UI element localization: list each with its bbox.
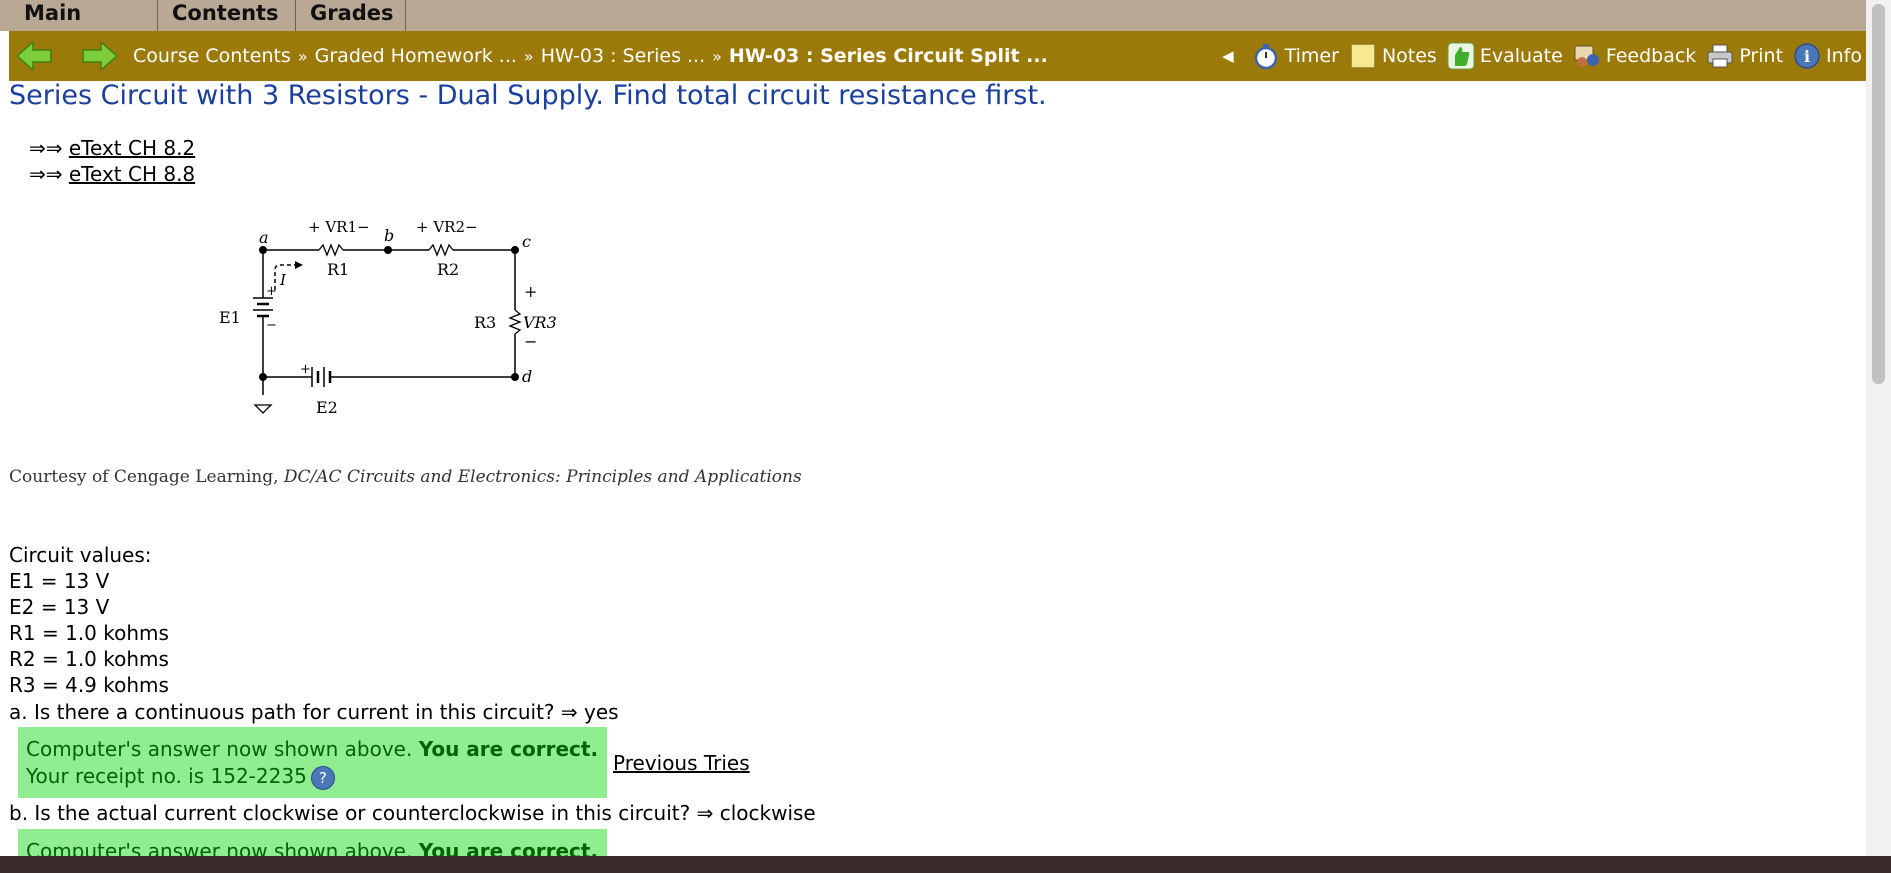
nav-bar: Course Contents » Graded Homework ... » HW-0… bbox=[9, 31, 1866, 81]
etext-link-8-8[interactable]: eText CH 8.8 bbox=[69, 162, 195, 186]
question-a-text: a. Is there a continuous path for curren… bbox=[9, 700, 555, 724]
double-arrow-icon: ⇒⇒ bbox=[29, 162, 63, 186]
vertical-scrollbar[interactable] bbox=[1866, 0, 1891, 873]
correct-label: You are correct. bbox=[418, 737, 599, 761]
question-a-answer: yes bbox=[584, 700, 619, 724]
forward-arrow-icon[interactable] bbox=[81, 40, 119, 74]
node-a-label: a bbox=[259, 228, 269, 247]
breadcrumb-graded-homework[interactable]: Graded Homework ... bbox=[315, 45, 517, 67]
feedback-icon bbox=[1574, 45, 1599, 67]
etext-links: ⇒⇒ eText CH 8.2 ⇒⇒ eText CH 8.8 bbox=[29, 135, 195, 187]
e2-plus-label: + bbox=[300, 362, 311, 377]
circuit-values: Circuit values: E1 = 13 V E2 = 13 V R1 =… bbox=[9, 542, 169, 698]
print-button[interactable]: Print bbox=[1706, 42, 1783, 70]
vr3-minus-label: − bbox=[524, 332, 537, 351]
arrow-icon: ⇒ bbox=[560, 700, 578, 724]
r2-label: R2 bbox=[437, 260, 459, 279]
double-arrow-icon: ⇒⇒ bbox=[29, 136, 63, 160]
r1-label: R1 bbox=[327, 260, 349, 279]
collapse-icon[interactable]: ◀ bbox=[1222, 47, 1234, 65]
e2-label: E2 bbox=[316, 398, 338, 417]
question-b: b. Is the actual current clockwise or co… bbox=[9, 801, 816, 825]
feedback-label: Feedback bbox=[1605, 45, 1697, 67]
circuit-diagram: a b c d + VR1− + VR2− R1 R2 R3 VR3 + − E… bbox=[219, 218, 557, 417]
value-e2: E2 = 13 V bbox=[9, 595, 110, 619]
svg-text:i: i bbox=[1804, 47, 1810, 66]
vr2-label: + VR2− bbox=[416, 218, 478, 236]
current-i-label: I bbox=[279, 271, 287, 289]
breadcrumb-separator: » bbox=[712, 47, 722, 66]
breadcrumb-course-contents[interactable]: Course Contents bbox=[133, 45, 291, 67]
feedback-button[interactable]: Feedback bbox=[1573, 42, 1696, 70]
page-title: Series Circuit with 3 Resistors - Dual S… bbox=[9, 80, 1047, 111]
stopwatch-icon bbox=[1254, 44, 1277, 70]
vr1-label: + VR1− bbox=[308, 218, 370, 236]
tab-contents[interactable]: Contents bbox=[158, 0, 296, 31]
notes-button[interactable]: Notes bbox=[1349, 42, 1437, 70]
e1-minus-label: − bbox=[266, 318, 277, 333]
info-label: Info bbox=[1826, 45, 1862, 67]
response-box-a: Computer's answer now shown above. You a… bbox=[18, 727, 607, 798]
e1-label: E1 bbox=[219, 308, 241, 327]
timer-button[interactable]: Timer bbox=[1252, 42, 1339, 70]
evaluate-label: Evaluate bbox=[1479, 45, 1563, 67]
breadcrumb: Course Contents » Graded Homework ... » HW-0… bbox=[133, 31, 1048, 81]
top-menu: Main Menu Contents Grades bbox=[0, 0, 1866, 52]
etext-link-row: ⇒⇒ eText CH 8.8 bbox=[29, 161, 195, 187]
evaluate-button[interactable]: Evaluate bbox=[1447, 42, 1563, 70]
value-r2: R2 = 1.0 kohms bbox=[9, 647, 169, 671]
breadcrumb-hw03[interactable]: HW-03 : Series ... bbox=[541, 45, 705, 67]
value-e1: E1 = 13 V bbox=[9, 569, 110, 593]
print-label: Print bbox=[1739, 45, 1784, 67]
tab-main-menu[interactable]: Main Menu bbox=[10, 0, 158, 52]
image-credit: Courtesy of Cengage Learning, DC/AC Circ… bbox=[9, 467, 802, 487]
question-b-text: b. Is the actual current clockwise or co… bbox=[9, 801, 691, 825]
help-icon[interactable]: ? bbox=[310, 765, 335, 790]
previous-tries-link[interactable]: Previous Tries bbox=[613, 751, 750, 775]
scrollbar-thumb[interactable] bbox=[1872, 4, 1885, 384]
breadcrumb-separator: » bbox=[523, 47, 534, 66]
receipt-text: Your receipt no. is 152-2235 bbox=[26, 764, 307, 788]
back-arrow-icon[interactable] bbox=[15, 40, 53, 74]
taskbar-strip bbox=[0, 856, 1891, 873]
question-a: a. Is there a continuous path for curren… bbox=[9, 700, 619, 724]
vr3-plus-label: + bbox=[524, 282, 537, 301]
etext-link-row: ⇒⇒ eText CH 8.2 bbox=[29, 135, 195, 161]
info-button[interactable]: i Info bbox=[1793, 42, 1862, 70]
info-icon: i bbox=[1794, 43, 1820, 69]
timer-label: Timer bbox=[1284, 45, 1339, 67]
question-b-answer: clockwise bbox=[719, 801, 816, 825]
thumbs-up-icon bbox=[1447, 42, 1475, 70]
printer-icon bbox=[1707, 44, 1733, 68]
circuit-values-heading: Circuit values: bbox=[9, 543, 152, 567]
breadcrumb-current: HW-03 : Series Circuit Split ... bbox=[728, 45, 1048, 67]
node-c-label: c bbox=[522, 232, 531, 251]
arrow-icon: ⇒ bbox=[696, 801, 714, 825]
vr3-label: VR3 bbox=[523, 313, 557, 332]
r3-label: R3 bbox=[474, 313, 496, 332]
tab-grades[interactable]: Grades bbox=[296, 0, 406, 31]
toolbar: ◀ Timer Notes Evaluate Feedback Print i … bbox=[1222, 31, 1862, 81]
notes-label: Notes bbox=[1381, 45, 1437, 67]
notes-icon bbox=[1350, 43, 1376, 69]
value-r3: R3 = 4.9 kohms bbox=[9, 673, 169, 697]
e1-plus-label: + bbox=[266, 284, 277, 299]
node-b-label: b bbox=[384, 226, 394, 245]
breadcrumb-separator: » bbox=[297, 47, 308, 66]
etext-link-8-2[interactable]: eText CH 8.2 bbox=[69, 136, 195, 160]
node-d-label: d bbox=[522, 367, 532, 386]
value-r1: R1 = 1.0 kohms bbox=[9, 621, 169, 645]
